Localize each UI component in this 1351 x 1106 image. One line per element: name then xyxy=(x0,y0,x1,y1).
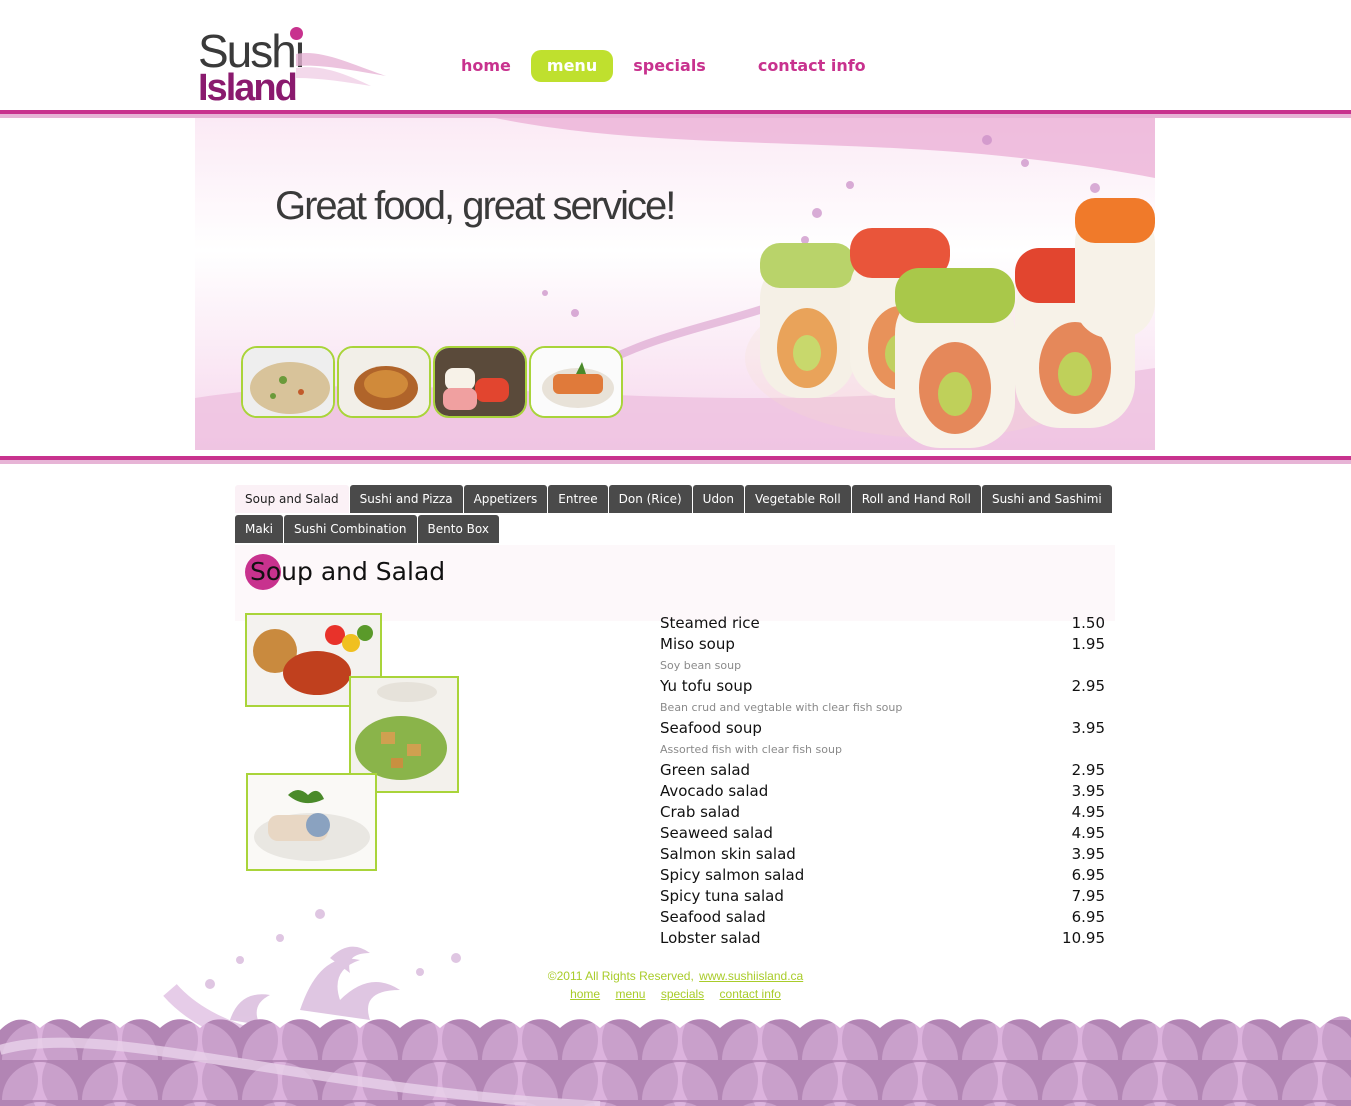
tab-row-2: Maki Sushi Combination Bento Box xyxy=(235,515,1115,543)
menu-item: Salmon skin salad 3.95 xyxy=(660,844,1105,865)
banner-tagline: Great food, great service! xyxy=(275,184,676,228)
menu-item: Yu tofu soup 2.95 xyxy=(660,676,1105,697)
logo-text-island: Island xyxy=(198,67,298,109)
footer-copyright-line: ©2011 All Rights Reserved, www.sushiisla… xyxy=(0,969,1351,987)
tab-sushi-combination[interactable]: Sushi Combination xyxy=(284,515,417,543)
nav-menu[interactable]: menu xyxy=(530,50,614,82)
item-name: Seafood salad xyxy=(660,908,766,926)
item-name: Seaweed salad xyxy=(660,824,773,842)
item-name: Lobster salad xyxy=(660,929,761,947)
item-price: 6.95 xyxy=(1071,908,1105,926)
footer-site-link[interactable]: www.sushiisland.ca xyxy=(699,969,803,983)
item-name: Avocado salad xyxy=(660,782,769,800)
site-footer: ©2011 All Rights Reserved, www.sushiisla… xyxy=(0,969,1351,1005)
item-name: Steamed rice xyxy=(660,614,760,632)
menu-item: Miso soup 1.95 xyxy=(660,634,1105,655)
photo-plated-dish xyxy=(246,773,377,871)
section-header: Soup and Salad xyxy=(235,545,1115,621)
footer-links: home menu specials contact info xyxy=(0,987,1351,1005)
item-price: 3.95 xyxy=(1071,845,1105,863)
item-name: Spicy salmon salad xyxy=(660,866,805,884)
tab-soup-and-salad[interactable]: Soup and Salad xyxy=(235,485,349,513)
menu-item-list: Steamed rice 1.50 Miso soup 1.95 Soy bean … xyxy=(660,613,1105,949)
item-price: 4.95 xyxy=(1071,803,1105,821)
menu-item: Seaweed salad 4.95 xyxy=(660,823,1105,844)
menu-item: Seafood salad 6.95 xyxy=(660,907,1105,928)
site-logo[interactable]: Sushi Island xyxy=(196,24,396,108)
tab-appetizers[interactable]: Appetizers xyxy=(463,485,548,513)
thumb-teriyaki[interactable] xyxy=(337,346,431,418)
tab-sushi-and-pizza[interactable]: Sushi and Pizza xyxy=(349,485,463,513)
nav-specials[interactable]: specials xyxy=(617,50,722,82)
menu-item: Spicy tuna salad 7.95 xyxy=(660,886,1105,907)
footer-link-home[interactable]: home xyxy=(570,987,600,1001)
menu-item: Seafood soup 3.95 xyxy=(660,718,1105,739)
tab-bento-box[interactable]: Bento Box xyxy=(417,515,499,543)
item-name: Crab salad xyxy=(660,803,741,821)
banner-thumbnails xyxy=(241,346,623,418)
item-name: Seafood soup xyxy=(660,719,762,737)
item-name: Salmon skin salad xyxy=(660,845,796,863)
site-header: Sushi Island home menu specials contact … xyxy=(0,0,1351,110)
item-price: 4.95 xyxy=(1071,824,1105,842)
tab-udon[interactable]: Udon xyxy=(692,485,745,513)
menu-item: Avocado salad 3.95 xyxy=(660,781,1105,802)
main-nav: home menu specials contact info xyxy=(445,50,882,82)
item-name: Green salad xyxy=(660,761,751,779)
tab-vegetable-roll[interactable]: Vegetable Roll xyxy=(745,485,851,513)
thumb-salmon[interactable] xyxy=(529,346,623,418)
tab-maki[interactable]: Maki xyxy=(235,515,283,543)
copyright-text: ©2011 All Rights Reserved, xyxy=(547,969,694,983)
banner-divider xyxy=(0,456,1351,464)
menu-item: Spicy salmon salad 6.95 xyxy=(660,865,1105,886)
logo-swoosh-icon xyxy=(296,53,386,86)
item-description: Soy bean soup xyxy=(660,659,742,672)
item-price: 3.95 xyxy=(1071,782,1105,800)
footer-link-specials[interactable]: specials xyxy=(661,987,704,1001)
item-name: Miso soup xyxy=(660,635,735,653)
tab-entree[interactable]: Entree xyxy=(548,485,608,513)
item-price: 1.95 xyxy=(1071,635,1105,653)
section-title: Soup and Salad xyxy=(250,557,446,586)
footer-link-contact-info[interactable]: contact info xyxy=(720,987,781,1001)
item-price: 6.95 xyxy=(1071,866,1105,884)
menu-category-tabs: Soup and Salad Sushi and Pizza Appetizer… xyxy=(235,485,1115,545)
item-price: 2.95 xyxy=(1071,761,1105,779)
item-price: 1.50 xyxy=(1071,614,1105,632)
item-name: Spicy tuna salad xyxy=(660,887,784,905)
header-divider xyxy=(0,110,1351,118)
item-name: Yu tofu soup xyxy=(660,677,753,695)
hero-banner: Great food, great service! xyxy=(195,118,1155,450)
item-price: 2.95 xyxy=(1071,677,1105,695)
nav-contact-info[interactable]: contact info xyxy=(742,50,882,82)
menu-item: Crab salad 4.95 xyxy=(660,802,1105,823)
tab-don-rice[interactable]: Don (Rice) xyxy=(608,485,692,513)
item-price: 7.95 xyxy=(1071,887,1105,905)
menu-item: Green salad 2.95 xyxy=(660,760,1105,781)
thumb-fried-rice[interactable] xyxy=(241,346,335,418)
food-photo-collage xyxy=(245,613,460,873)
tab-row-1: Soup and Salad Sushi and Pizza Appetizer… xyxy=(235,485,1115,513)
footer-link-menu[interactable]: menu xyxy=(615,987,645,1001)
menu-item: Lobster salad 10.95 xyxy=(660,928,1105,949)
logo-dot xyxy=(290,27,303,40)
sushi-rolls-image xyxy=(745,198,1155,448)
item-description: Bean crud and vegtable with clear fish s… xyxy=(660,701,903,714)
menu-item: Steamed rice 1.50 xyxy=(660,613,1105,634)
item-price: 3.95 xyxy=(1071,719,1105,737)
item-price: 10.95 xyxy=(1062,929,1105,947)
tab-sushi-and-sashimi[interactable]: Sushi and Sashimi xyxy=(981,485,1112,513)
tab-roll-and-hand-roll[interactable]: Roll and Hand Roll xyxy=(851,485,981,513)
thumb-nigiri[interactable] xyxy=(433,346,527,418)
nav-home[interactable]: home xyxy=(445,50,527,82)
item-description: Assorted fish with clear fish soup xyxy=(660,743,842,756)
